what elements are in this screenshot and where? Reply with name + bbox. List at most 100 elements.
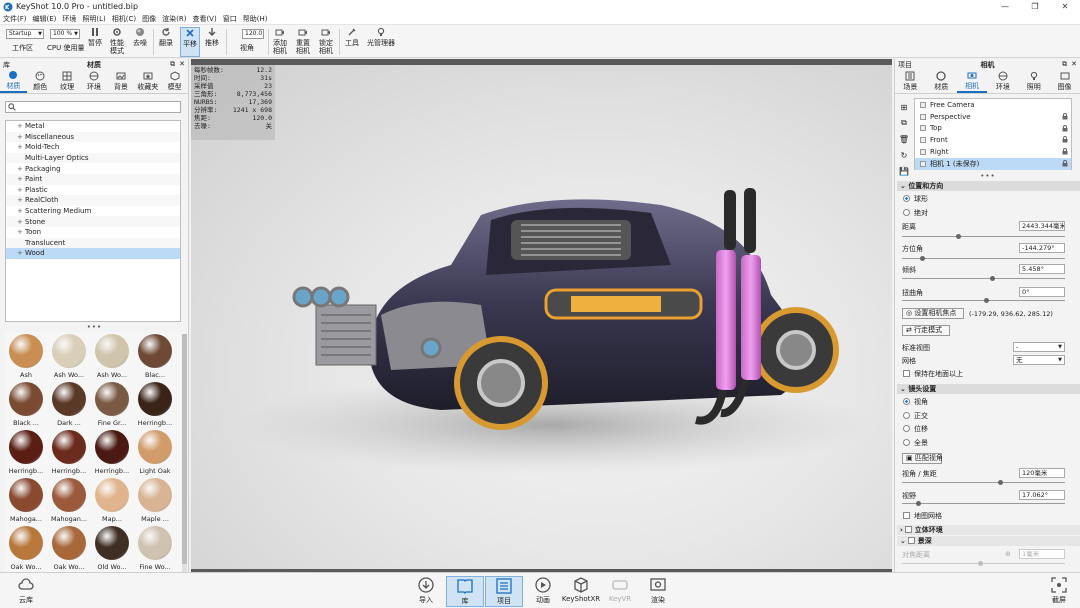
- render-viewport[interactable]: 每秒帧数: 12.2 时间: 31s 采样值 23 三角形: 8,773,456 NURBS: 1…: [191, 59, 892, 572]
- tree-item[interactable]: + Plastic: [6, 185, 180, 196]
- keyshotxr-button[interactable]: KeyShotXR: [561, 576, 601, 607]
- lock-camera-button[interactable]: 锁定相机: [317, 27, 335, 57]
- pause-button[interactable]: 暂停: [86, 27, 104, 57]
- material-thumbnail[interactable]: Oak Wo...: [7, 526, 45, 572]
- float-panel-icon[interactable]: ⧉: [170, 60, 175, 69]
- menu-camera[interactable]: 相机(C): [109, 13, 139, 25]
- walk-mode-button[interactable]: ⇄ 行走模式: [902, 325, 950, 336]
- material-thumbnail[interactable]: Herringb...: [50, 430, 88, 476]
- lock-icon[interactable]: [1062, 160, 1068, 169]
- lens-orthographic-radio[interactable]: [903, 412, 910, 419]
- stereo-section[interactable]: › 立体环境: [897, 525, 1080, 535]
- tab-environments[interactable]: 环境: [81, 70, 108, 93]
- material-thumbnail[interactable]: Dark ...: [50, 382, 88, 428]
- add-camera-button[interactable]: 添加相机: [271, 27, 289, 57]
- lock-icon[interactable]: [1062, 148, 1068, 157]
- position-orientation-section[interactable]: ⌄ 位置和方向: [897, 181, 1080, 191]
- material-thumbnail[interactable]: Ash Wo...: [93, 334, 131, 380]
- material-thumbnail[interactable]: Black ...: [7, 382, 45, 428]
- expand-plus-icon[interactable]: +: [17, 143, 25, 151]
- keep-above-ground-checkbox[interactable]: [903, 370, 910, 377]
- tree-item[interactable]: + Wood: [6, 248, 180, 259]
- menu-view[interactable]: 查看(V): [189, 13, 219, 25]
- depth-of-field-section[interactable]: ⌄ 景深: [897, 536, 1080, 546]
- focal-length-field[interactable]: 120毫米: [1019, 468, 1065, 478]
- add-camera-icon[interactable]: ⊞: [898, 99, 910, 115]
- cloud-library-button[interactable]: 云库: [7, 576, 45, 607]
- focus-distance-slider[interactable]: [902, 561, 1065, 566]
- lock-icon[interactable]: [1062, 136, 1068, 145]
- expand-plus-icon[interactable]: +: [17, 133, 25, 141]
- camera-checkbox[interactable]: [920, 113, 926, 120]
- slider-knob[interactable]: [990, 276, 995, 281]
- tree-item[interactable]: + Paint: [6, 173, 180, 185]
- material-thumbnail[interactable]: Mahoga...: [7, 478, 45, 524]
- camera-checkbox[interactable]: [920, 149, 926, 156]
- material-thumbnail[interactable]: Mahogan...: [50, 478, 88, 524]
- library-search-input[interactable]: [5, 101, 181, 113]
- grid-scrollbar[interactable]: [182, 334, 187, 604]
- menu-lighting[interactable]: 照明(L): [79, 13, 108, 25]
- tab-models[interactable]: 模型: [161, 70, 188, 93]
- material-thumbnail[interactable]: Maple ...: [136, 478, 174, 524]
- tree-item[interactable]: + Scattering Medium: [6, 206, 180, 217]
- tab-environment[interactable]: 环境: [987, 70, 1018, 93]
- expand-plus-icon[interactable]: +: [17, 249, 25, 257]
- menu-file[interactable]: 文件(F): [0, 13, 30, 25]
- resize-handle-icon[interactable]: •••: [895, 173, 1080, 180]
- render-scene[interactable]: 每秒帧数: 12.2 时间: 31s 采样值 23 三角形: 8,773,456 NURBS: 1…: [191, 65, 892, 569]
- light-manager-button[interactable]: 光管理器: [366, 27, 396, 57]
- material-thumbnail[interactable]: Fine Gr...: [93, 382, 131, 428]
- material-thumbnail[interactable]: Fine Wo...: [136, 526, 174, 572]
- distance-field[interactable]: 2443.344毫米: [1019, 221, 1065, 231]
- focal-length-slider[interactable]: [902, 480, 1065, 485]
- lens-shift-radio[interactable]: [903, 425, 910, 432]
- tab-materials[interactable]: 材质: [0, 70, 27, 93]
- expand-plus-icon[interactable]: +: [17, 165, 25, 173]
- tab-backplates[interactable]: 背景: [107, 70, 134, 93]
- match-perspective-button[interactable]: ▣ 匹配视角: [902, 453, 943, 464]
- reset-camera-button[interactable]: 重置相机: [294, 27, 312, 57]
- maximize-icon[interactable]: ❐: [1020, 0, 1050, 13]
- camera-list-item[interactable]: Right: [915, 146, 1071, 158]
- screenshot-button[interactable]: 截屏: [1040, 576, 1078, 607]
- tab-material[interactable]: 材质: [926, 70, 957, 93]
- material-thumbnail[interactable]: Ash: [7, 334, 45, 380]
- slider-knob[interactable]: [984, 298, 989, 303]
- pick-focus-icon[interactable]: ⊕: [1005, 550, 1011, 558]
- cpu-select[interactable]: 100 % ▼: [50, 29, 80, 39]
- tree-item[interactable]: Translucent: [6, 237, 180, 249]
- expand-plus-icon[interactable]: +: [17, 186, 25, 194]
- refresh-icon[interactable]: ↻: [898, 147, 910, 163]
- close-icon[interactable]: ✕: [1050, 0, 1080, 13]
- camera-checkbox[interactable]: [920, 125, 926, 132]
- twist-field[interactable]: 0°: [1019, 287, 1065, 297]
- duplicate-camera-icon[interactable]: ⧉: [898, 115, 910, 131]
- camera-list-item[interactable]: Free Camera: [915, 99, 1071, 111]
- azimuth-field[interactable]: -144.279°: [1019, 243, 1065, 253]
- material-thumbnail[interactable]: Blac...: [136, 334, 174, 380]
- azimuth-slider[interactable]: [902, 256, 1065, 261]
- resize-handle-icon[interactable]: •••: [0, 324, 189, 331]
- set-camera-focus-button[interactable]: ◎ 设置相机焦点: [902, 308, 964, 319]
- material-thumbnail[interactable]: Herringb...: [93, 430, 131, 476]
- menu-help[interactable]: 帮助(H): [240, 13, 271, 25]
- lock-icon[interactable]: [1062, 124, 1068, 134]
- refresh-button[interactable]: 翻录: [157, 27, 175, 57]
- pan-button[interactable]: 平移: [180, 27, 200, 57]
- menu-render[interactable]: 渲染(R): [159, 13, 189, 25]
- tab-lighting[interactable]: 照明: [1018, 70, 1049, 93]
- camera-list-item[interactable]: Front: [915, 134, 1071, 146]
- workspace-select[interactable]: Startup ▼: [6, 29, 44, 39]
- library-toggle-button[interactable]: 库: [446, 576, 484, 607]
- focus-distance-field[interactable]: 1毫米: [1019, 549, 1065, 559]
- delete-camera-icon[interactable]: 🗑: [898, 131, 910, 147]
- project-toggle-button[interactable]: 项目: [485, 576, 523, 607]
- lock-icon[interactable]: [1062, 112, 1068, 122]
- camera-checkbox[interactable]: [920, 137, 926, 144]
- lens-panoramic-radio[interactable]: [903, 439, 910, 446]
- expand-plus-icon[interactable]: +: [17, 175, 25, 183]
- tools-button[interactable]: 工具: [343, 27, 361, 57]
- field-of-view-field[interactable]: 17.062°: [1019, 490, 1065, 500]
- slider-knob[interactable]: [956, 234, 961, 239]
